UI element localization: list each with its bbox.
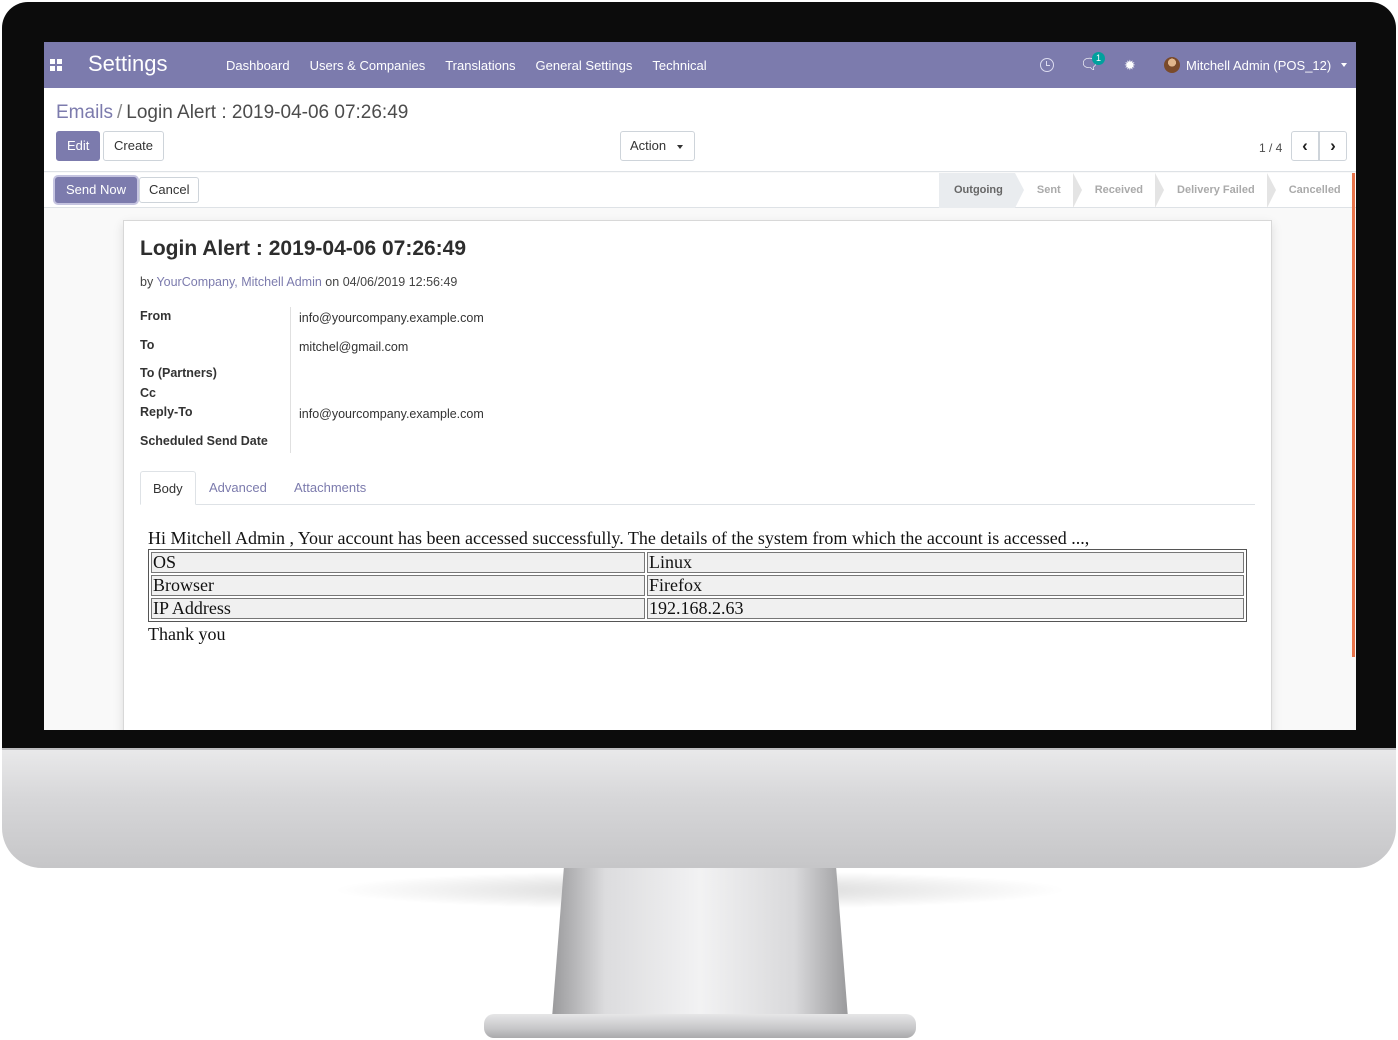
author-links[interactable]: YourCompany, Mitchell Admin: [156, 275, 321, 289]
apps-icon[interactable]: [50, 59, 62, 71]
mail-date: 04/06/2019 12:56:49: [342, 275, 458, 289]
screen: Settings Dashboard Users & Companies Tra…: [44, 42, 1356, 730]
user-name: Mitchell Admin (POS_12): [1186, 57, 1332, 73]
breadcrumb: Emails / Login Alert : 2019-04-06 07:26:49: [56, 102, 408, 124]
user-menu[interactable]: Mitchell Admin (POS_12): [1164, 57, 1348, 73]
reply-to-value: info@yourcompany.example.com: [299, 407, 484, 421]
send-now-button[interactable]: Send Now: [55, 177, 137, 203]
table-cell-value: Linux: [647, 552, 1244, 573]
tab-advanced[interactable]: Advanced: [197, 471, 279, 505]
chevron-down-icon: [1341, 63, 1348, 67]
form-sheet: Login Alert : 2019-04-06 07:26:49 by You…: [123, 220, 1272, 730]
control-panel: Emails / Login Alert : 2019-04-06 07:26:49…: [44, 88, 1356, 172]
stage-pipeline: Outgoing Sent Received Delivery Failed C…: [939, 173, 1353, 208]
scheduled-send-date-label: Scheduled Send Date: [140, 434, 268, 448]
notebook-tabs: Body Advanced Attachments: [140, 471, 1255, 505]
main-menu: Dashboard Users & Companies Translations…: [226, 58, 707, 73]
reply-to-label: Reply-To: [140, 405, 193, 419]
monitor-stand-neck: [552, 868, 848, 1018]
monitor-stand-base: [484, 1014, 916, 1038]
menu-general-settings[interactable]: General Settings: [536, 58, 633, 73]
avatar: [1164, 57, 1180, 73]
table-row: Browser Firefox: [151, 575, 1244, 596]
menu-dashboard[interactable]: Dashboard: [226, 58, 290, 73]
breadcrumb-emails[interactable]: Emails: [56, 102, 113, 123]
top-navbar: Settings Dashboard Users & Companies Tra…: [44, 42, 1356, 88]
table-cell-key: OS: [151, 552, 645, 573]
table-cell-key: IP Address: [151, 598, 645, 619]
action-label: Action: [630, 138, 667, 153]
menu-technical[interactable]: Technical: [652, 58, 706, 73]
mail-intro: Hi Mitchell Admin , Your account has bee…: [148, 528, 1090, 548]
systray: 🗨 1 ✹: [1040, 52, 1136, 76]
table-row: OS Linux: [151, 552, 1244, 573]
table-row: IP Address 192.168.2.63: [151, 598, 1244, 619]
mail-byline: by YourCompany, Mitchell Admin on 04/06/…: [140, 275, 457, 289]
scroll-indicator: [1352, 173, 1355, 657]
tab-body[interactable]: Body: [140, 471, 196, 505]
to-partners-label: To (Partners): [140, 366, 217, 380]
chevron-down-icon: [677, 145, 684, 149]
from-value: info@yourcompany.example.com: [299, 311, 484, 325]
chat-icon[interactable]: 🗨 1: [1080, 52, 1105, 72]
by-prefix: by: [140, 275, 154, 289]
system-details-table: OS Linux Browser Firefox IP Address 192.…: [148, 549, 1247, 622]
stage-received[interactable]: Received: [1073, 173, 1165, 208]
table-cell-value: Firefox: [647, 575, 1244, 596]
chat-badge: 1: [1092, 52, 1105, 65]
clock-icon[interactable]: [1040, 58, 1054, 72]
mail-body: Hi Mitchell Admin , Your account has bee…: [148, 527, 1248, 646]
to-value: mitchel@gmail.com: [299, 340, 409, 354]
bug-icon[interactable]: ✹: [1124, 57, 1136, 74]
menu-translations[interactable]: Translations: [445, 58, 515, 73]
mail-closing: Thank you: [148, 624, 226, 644]
app-title[interactable]: Settings: [88, 51, 168, 77]
to-label: To: [140, 338, 155, 352]
breadcrumb-separator: /: [117, 102, 123, 123]
on-prefix: on: [325, 275, 340, 289]
tab-attachments[interactable]: Attachments: [282, 471, 378, 505]
action-dropdown[interactable]: Action: [620, 131, 696, 161]
chevron-left-icon[interactable]: ‹: [1291, 131, 1319, 161]
cc-label: Cc: [140, 386, 156, 400]
breadcrumb-current: Login Alert : 2019-04-06 07:26:49: [126, 102, 409, 123]
stage-outgoing[interactable]: Outgoing: [939, 173, 1024, 208]
field-divider: [290, 307, 291, 453]
table-cell-key: Browser: [151, 575, 645, 596]
cancel-button[interactable]: Cancel: [139, 177, 200, 203]
edit-button[interactable]: Edit: [56, 131, 101, 161]
from-label: From: [140, 309, 172, 323]
statusbar: Send Now Cancel Outgoing Sent Received D…: [44, 173, 1356, 208]
create-button[interactable]: Create: [103, 131, 165, 161]
chevron-right-icon[interactable]: ›: [1319, 131, 1347, 161]
mail-subject: Login Alert : 2019-04-06 07:26:49: [140, 237, 467, 260]
monitor-chin: [2, 748, 1396, 868]
menu-users-companies[interactable]: Users & Companies: [310, 58, 426, 73]
stage-cancelled[interactable]: Cancelled: [1267, 173, 1353, 208]
stage-delivery-failed[interactable]: Delivery Failed: [1155, 173, 1276, 208]
table-cell-value: 192.168.2.63: [647, 598, 1244, 619]
pager-value[interactable]: 1 / 4: [1259, 141, 1282, 155]
